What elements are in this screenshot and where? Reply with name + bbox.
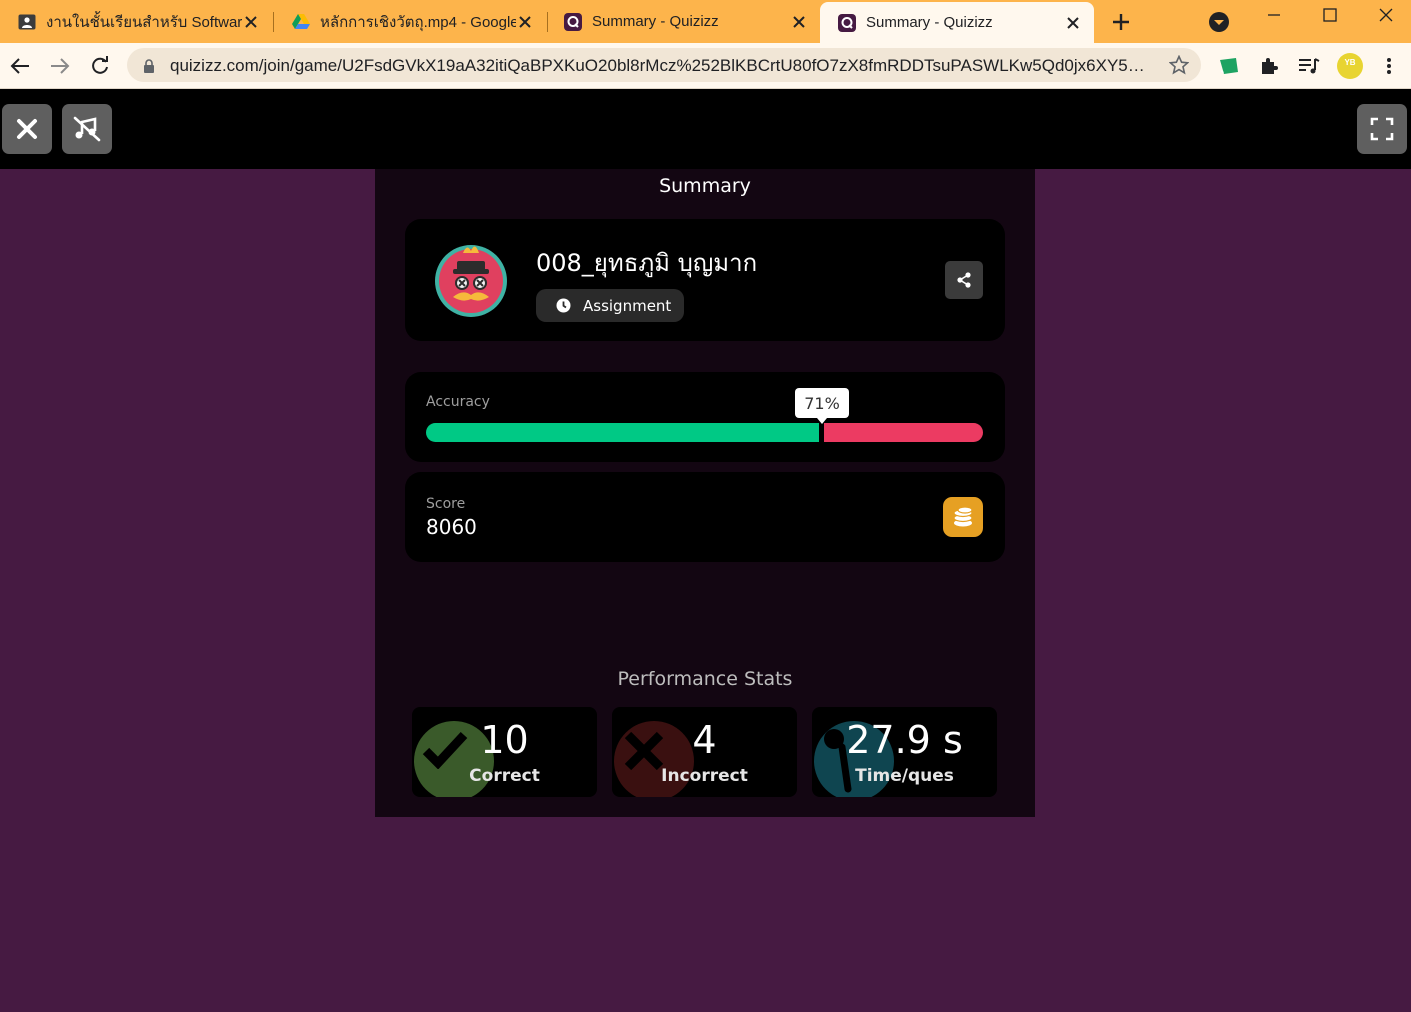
tab-title: Summary - Quizizz: [866, 14, 993, 31]
exit-button[interactable]: [2, 104, 52, 154]
share-button[interactable]: [945, 261, 983, 299]
tab-title: Summary - Quizizz: [592, 13, 719, 30]
tab-quizizz-1[interactable]: Summary - Quizizz: [546, 3, 820, 40]
browser-toolbar: quizizz.com/join/game/U2FsdGVkX19aA32iti…: [0, 43, 1411, 89]
chrome-menu-icon[interactable]: [1376, 53, 1402, 79]
accuracy-card: Accuracy 71%: [405, 372, 1005, 462]
page-title: Summary: [659, 175, 751, 197]
media-control-icon[interactable]: [1296, 53, 1322, 79]
fullscreen-button[interactable]: [1357, 104, 1407, 154]
google-drive-icon: [292, 13, 310, 31]
time-per-question-value: 27.9 s: [846, 718, 963, 762]
incorrect-caption: Incorrect: [661, 766, 748, 786]
tab-title: หลักการเชิงวัตถุ.mp4 - Google: [320, 13, 516, 31]
game-mode-label: Assignment: [583, 296, 672, 315]
classroom-icon: [18, 13, 36, 31]
close-icon: [17, 119, 37, 139]
tab-title: งานในชั้นเรียนสำหรับ Software E: [46, 13, 242, 31]
new-tab-button[interactable]: [1108, 9, 1134, 35]
coins-icon: [953, 506, 973, 527]
coins-button[interactable]: [943, 497, 983, 537]
back-arrow-icon[interactable]: [5, 51, 35, 81]
score-card: Score 8060: [405, 472, 1005, 562]
correct-count: 10: [480, 718, 529, 762]
player-name: 008_ยุทธภูมิ บุญมาก: [536, 249, 758, 277]
music-off-icon: [73, 116, 101, 142]
profile-badge: YB: [1344, 58, 1355, 67]
summary-panel: Summary 008_ยุทธภูมิ บุญมาก Assignment A…: [375, 169, 1035, 817]
minimize-icon[interactable]: [1245, 0, 1303, 30]
maximize-icon[interactable]: [1301, 0, 1359, 30]
performance-stats-title: Performance Stats: [617, 668, 793, 690]
stat-incorrect: 4 Incorrect: [612, 707, 797, 797]
music-toggle-button[interactable]: [62, 104, 112, 154]
clock-icon: [556, 298, 571, 313]
correct-caption: Correct: [469, 766, 540, 786]
close-icon[interactable]: [242, 13, 260, 31]
lock-icon: [143, 58, 155, 77]
address-bar[interactable]: quizizz.com/join/game/U2FsdGVkX19aA32iti…: [127, 48, 1201, 82]
tab-search-icon[interactable]: [1208, 11, 1230, 33]
share-icon: [957, 272, 971, 288]
accuracy-label: Accuracy: [426, 394, 490, 410]
game-mode-badge: Assignment: [536, 289, 684, 322]
accuracy-percent-tooltip: 71%: [795, 388, 849, 424]
bookmark-star-icon[interactable]: [1168, 54, 1190, 79]
player-avatar: [433, 241, 509, 317]
accuracy-bar-incorrect: [824, 423, 983, 442]
quizizz-icon: [564, 12, 582, 31]
score-label: Score: [426, 496, 466, 512]
accuracy-bar-correct: [426, 423, 819, 442]
forward-arrow-icon[interactable]: [45, 51, 75, 81]
player-card: 008_ยุทธภูมิ บุญมาก Assignment: [405, 219, 1005, 341]
close-icon[interactable]: [790, 13, 808, 31]
close-icon[interactable]: [516, 13, 534, 31]
tab-quizizz-active[interactable]: Summary - Quizizz: [820, 2, 1094, 43]
incorrect-count: 4: [692, 718, 717, 762]
time-per-question-caption: Time/ques: [855, 766, 954, 786]
window-close-icon[interactable]: [1357, 0, 1411, 30]
url-text: quizizz.com/join/game/U2FsdGVkX19aA32iti…: [170, 56, 1145, 75]
profile-avatar[interactable]: YB: [1336, 52, 1364, 80]
score-value: 8060: [426, 515, 477, 539]
cast-extension-icon[interactable]: [1216, 53, 1242, 79]
close-icon[interactable]: [1064, 14, 1082, 32]
puzzle-extensions-icon[interactable]: [1256, 53, 1282, 79]
reload-icon[interactable]: [85, 51, 115, 81]
stat-time-per-question: 27.9 s Time/ques: [812, 707, 997, 797]
tab-google-drive[interactable]: หลักการเชิงวัตถุ.mp4 - Google: [274, 3, 546, 40]
fullscreen-icon: [1370, 117, 1394, 141]
browser-tab-bar: งานในชั้นเรียนสำหรับ Software E หลักการเ…: [0, 0, 1411, 43]
stat-correct: 10 Correct: [412, 707, 597, 797]
quiz-top-bar: [0, 89, 1411, 169]
quizizz-icon: [838, 13, 856, 32]
tab-classroom[interactable]: งานในชั้นเรียนสำหรับ Software E: [0, 3, 272, 40]
